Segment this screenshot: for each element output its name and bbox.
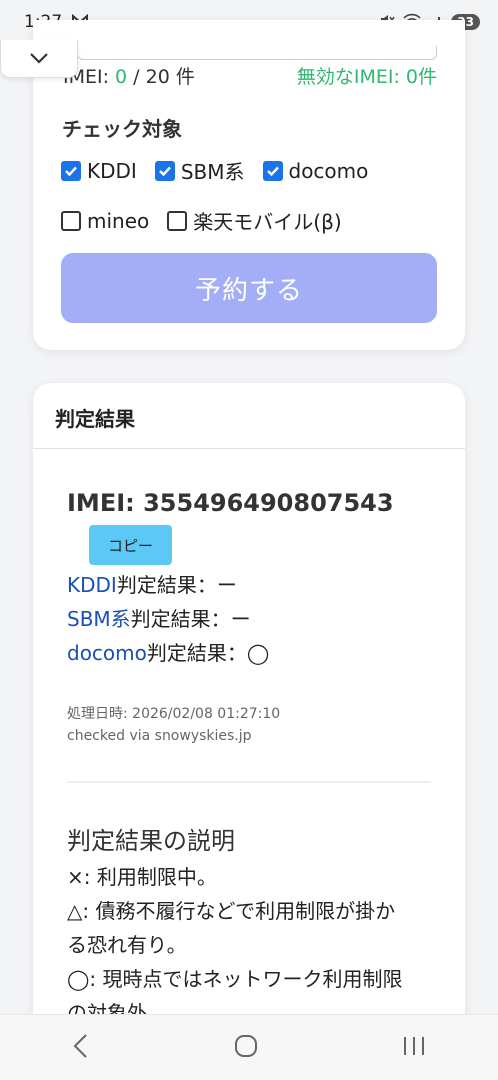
- checkbox-docomo[interactable]: docomo: [262, 158, 369, 183]
- result-line-sbm: SBM系判定結果：ー: [67, 607, 251, 631]
- checkbox-unchecked-icon[interactable]: [61, 210, 81, 231]
- explanation-line: ×: 利用制限中。: [67, 865, 217, 889]
- explanation-line: ◯: 現時点ではネットワーク利用制限: [67, 967, 403, 991]
- result-line-docomo: docomo判定結果：◯: [67, 641, 270, 665]
- check-target-heading: チェック対象: [62, 117, 182, 141]
- divider: [67, 781, 431, 783]
- explanation-line: る恐れ有り。: [67, 933, 187, 957]
- carrier-link[interactable]: KDDI: [67, 573, 117, 597]
- checkbox-kddi[interactable]: KDDI: [61, 159, 137, 183]
- checkbox-checked-icon[interactable]: [262, 160, 283, 181]
- imei-count: IMEI: 0 / 20 件: [63, 66, 195, 88]
- result-imei: IMEI: 355496490807543: [67, 489, 394, 517]
- checkbox-label: SBM系: [180, 160, 245, 184]
- checkbox-rakuten[interactable]: 楽天モバイル(β): [167, 206, 342, 235]
- checkbox-label: 楽天モバイル(β): [193, 210, 342, 234]
- checked-via-text: checked via snowyskies.jp: [67, 728, 252, 744]
- carrier-checkbox-row: KDDI SBM系 docomo: [61, 156, 368, 185]
- invalid-imei-count: 無効なIMEI: 0件: [296, 66, 437, 88]
- explanation-title: 判定結果の説明: [67, 827, 235, 855]
- processed-timestamp: 処理日時: 2026/02/08 01:27:10: [67, 706, 281, 722]
- reservation-form-card: IMEI: 0 / 20 件 無効なIMEI: 0件 チェック対象 KDDI S…: [33, 20, 465, 350]
- carrier-checkbox-row: mineo 楽天モバイル(β): [61, 206, 342, 235]
- home-icon[interactable]: [233, 1033, 259, 1063]
- imei-count-value: 0: [115, 66, 128, 88]
- checkbox-label: docomo: [288, 158, 369, 183]
- imei-textarea[interactable]: [77, 46, 437, 60]
- chevron-down-icon[interactable]: [29, 49, 49, 68]
- result-line-kddi: KDDI判定結果：ー: [67, 573, 237, 597]
- recent-apps-icon[interactable]: [401, 1034, 427, 1062]
- carrier-link[interactable]: SBM系: [67, 607, 131, 631]
- result-card: 判定結果 IMEI: 355496490807543 コピー KDDI判定結果：…: [33, 383, 465, 1080]
- checkbox-sbm[interactable]: SBM系: [154, 156, 245, 185]
- explanation-line: △: 債務不履行などで利用制限が掛か: [67, 899, 396, 923]
- collapse-button[interactable]: [0, 40, 78, 78]
- checkbox-unchecked-icon[interactable]: [167, 210, 188, 231]
- checkbox-label: mineo: [87, 208, 150, 233]
- checkbox-checked-icon[interactable]: [154, 160, 175, 181]
- navigation-bar: [0, 1014, 498, 1080]
- carrier-link[interactable]: docomo: [67, 641, 147, 665]
- back-icon[interactable]: [71, 1033, 91, 1063]
- result-header: 判定結果: [33, 383, 465, 449]
- checkbox-label: KDDI: [87, 158, 137, 183]
- checkbox-checked-icon[interactable]: [61, 160, 81, 181]
- copy-button[interactable]: コピー: [89, 525, 172, 565]
- checkbox-mineo[interactable]: mineo: [61, 209, 149, 233]
- reserve-button[interactable]: 予約する: [61, 253, 437, 323]
